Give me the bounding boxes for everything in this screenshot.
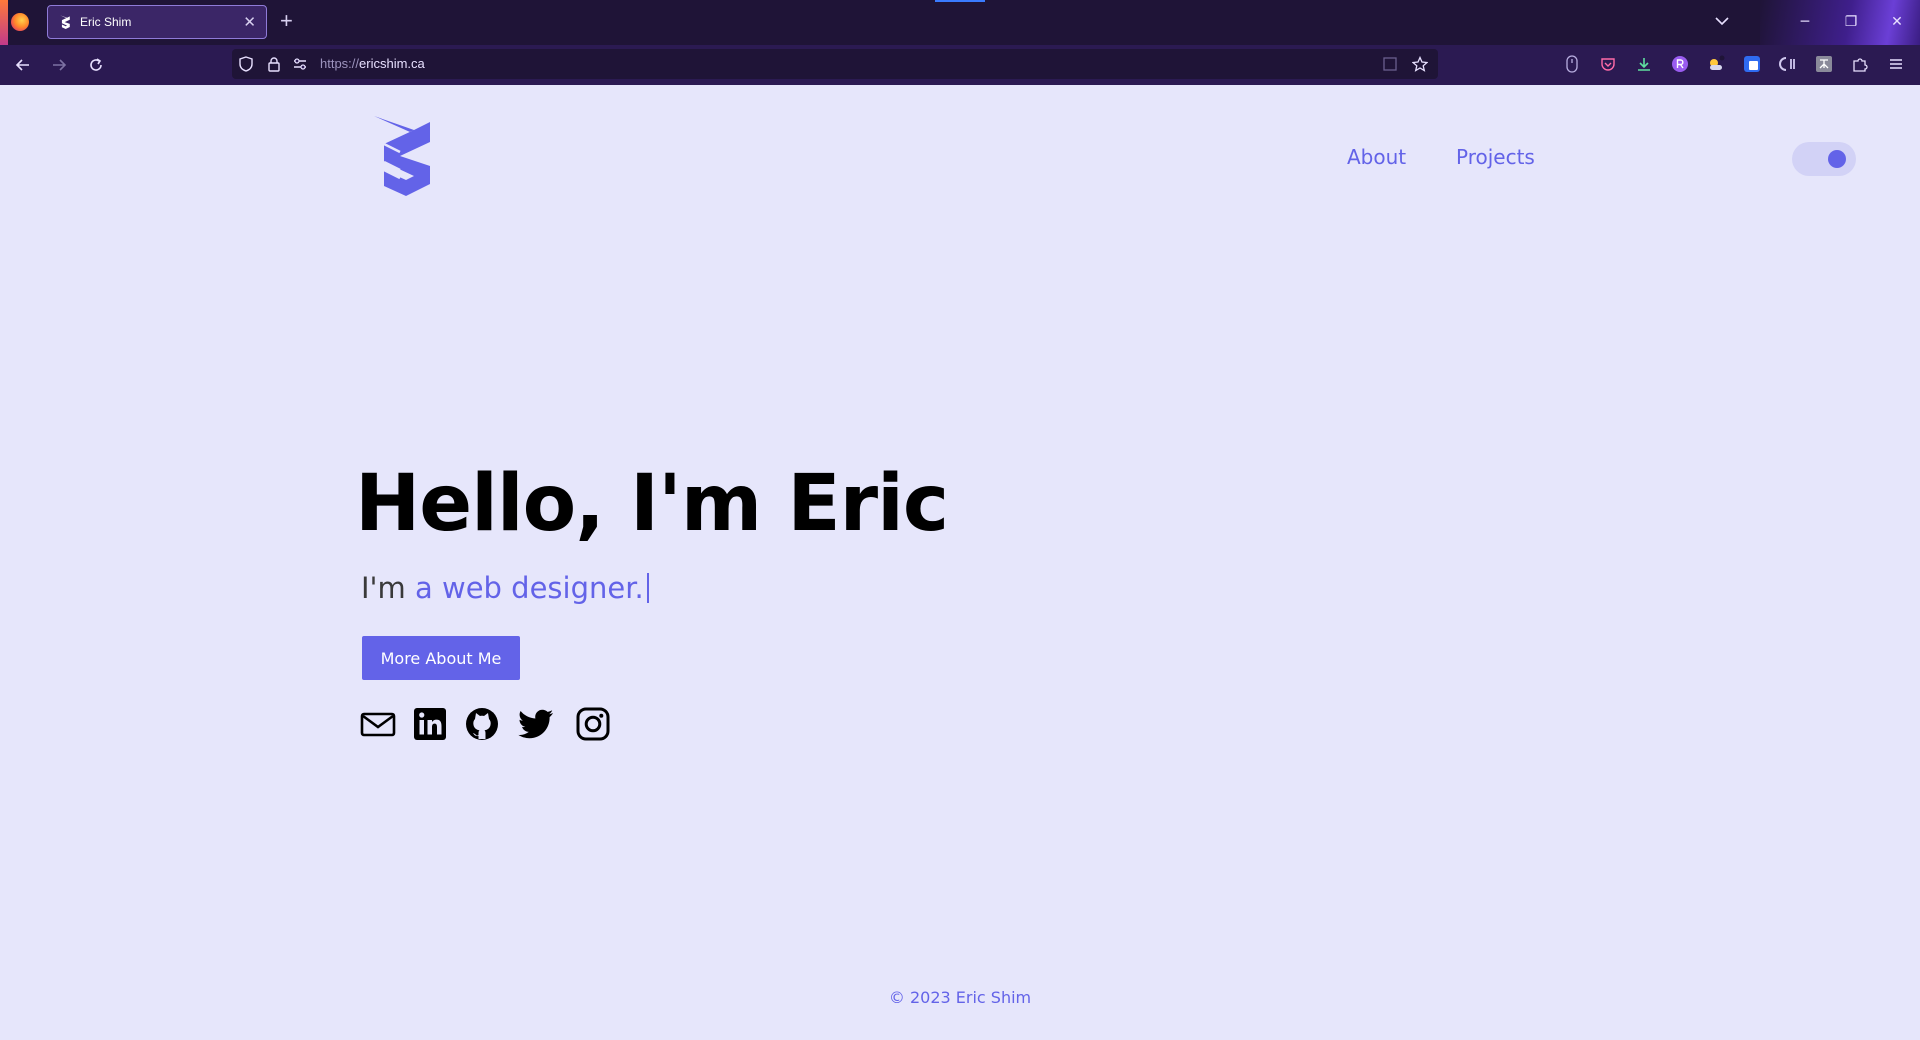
forward-icon[interactable] xyxy=(49,55,69,75)
subtitle-prefix: I'm xyxy=(361,571,415,605)
lock-icon[interactable] xyxy=(264,54,284,74)
page-content: About Projects Hello, I'm Eric I'm a web… xyxy=(0,85,1920,1040)
hero-subtitle: I'm a web designer. xyxy=(361,568,649,608)
linkedin-icon[interactable] xyxy=(411,705,449,743)
permissions-icon[interactable] xyxy=(290,54,310,74)
browser-toolbar: https://ericshim.ca xyxy=(0,45,1920,85)
url-host: ericshim.ca xyxy=(359,56,425,71)
close-window-icon[interactable]: ✕ xyxy=(1887,10,1907,34)
url-scheme: https:// xyxy=(320,56,360,71)
shield-icon[interactable] xyxy=(236,54,256,74)
theme-toggle[interactable] xyxy=(1792,142,1856,176)
nav-projects[interactable]: Projects xyxy=(1456,145,1535,169)
more-about-me-button[interactable]: More About Me xyxy=(362,636,520,680)
reload-icon[interactable] xyxy=(86,55,106,75)
profile-r-icon[interactable] xyxy=(1670,54,1690,74)
typing-caret xyxy=(646,573,649,603)
url-bar[interactable]: https://ericshim.ca xyxy=(232,49,1438,79)
minimize-icon[interactable]: ─ xyxy=(1795,10,1815,34)
tab-indicator xyxy=(935,0,985,2)
tabbar-accent xyxy=(0,0,8,45)
typed-role: a web designer. xyxy=(415,571,644,605)
twitter-icon[interactable] xyxy=(517,705,555,743)
firefox-icon[interactable] xyxy=(11,13,29,31)
tab-title: Eric Shim xyxy=(80,15,132,29)
bookmark-star-icon[interactable] xyxy=(1410,54,1430,74)
site-favicon-icon xyxy=(58,15,72,29)
kanji-extension-icon[interactable] xyxy=(1814,54,1834,74)
restore-icon[interactable]: ❐ xyxy=(1841,10,1861,34)
instagram-icon[interactable] xyxy=(574,705,612,743)
new-tab-button[interactable]: + xyxy=(280,9,293,33)
back-icon[interactable] xyxy=(13,55,33,75)
extensions-puzzle-icon[interactable] xyxy=(1850,54,1870,74)
url-text[interactable]: https://ericshim.ca xyxy=(320,56,425,71)
mail-icon[interactable] xyxy=(359,705,397,743)
list-all-tabs-icon[interactable] xyxy=(1713,12,1731,30)
reader-mode-icon[interactable] xyxy=(1380,54,1400,74)
pocket-icon[interactable] xyxy=(1598,54,1618,74)
footer-copyright: © 2023 Eric Shim xyxy=(888,988,1032,1007)
translate-extension-icon[interactable] xyxy=(1742,54,1762,74)
menu-hamburger-icon[interactable] xyxy=(1886,54,1906,74)
tab-eric-shim[interactable]: Eric Shim ✕ xyxy=(47,5,267,39)
mouse-extension-icon[interactable] xyxy=(1562,54,1582,74)
nav-about[interactable]: About xyxy=(1347,145,1406,169)
hero-title: Hello, I'm Eric xyxy=(355,459,949,549)
browser-tab-strip: Eric Shim ✕ + ─ ❐ ✕ xyxy=(0,0,1920,45)
downloads-icon[interactable] xyxy=(1634,54,1654,74)
weather-extension-icon[interactable] xyxy=(1706,54,1726,74)
close-tab-icon[interactable]: ✕ xyxy=(243,13,256,31)
css-extension-icon[interactable] xyxy=(1778,54,1798,74)
site-logo[interactable] xyxy=(370,114,434,196)
toggle-knob xyxy=(1828,150,1846,168)
github-icon[interactable] xyxy=(463,705,501,743)
